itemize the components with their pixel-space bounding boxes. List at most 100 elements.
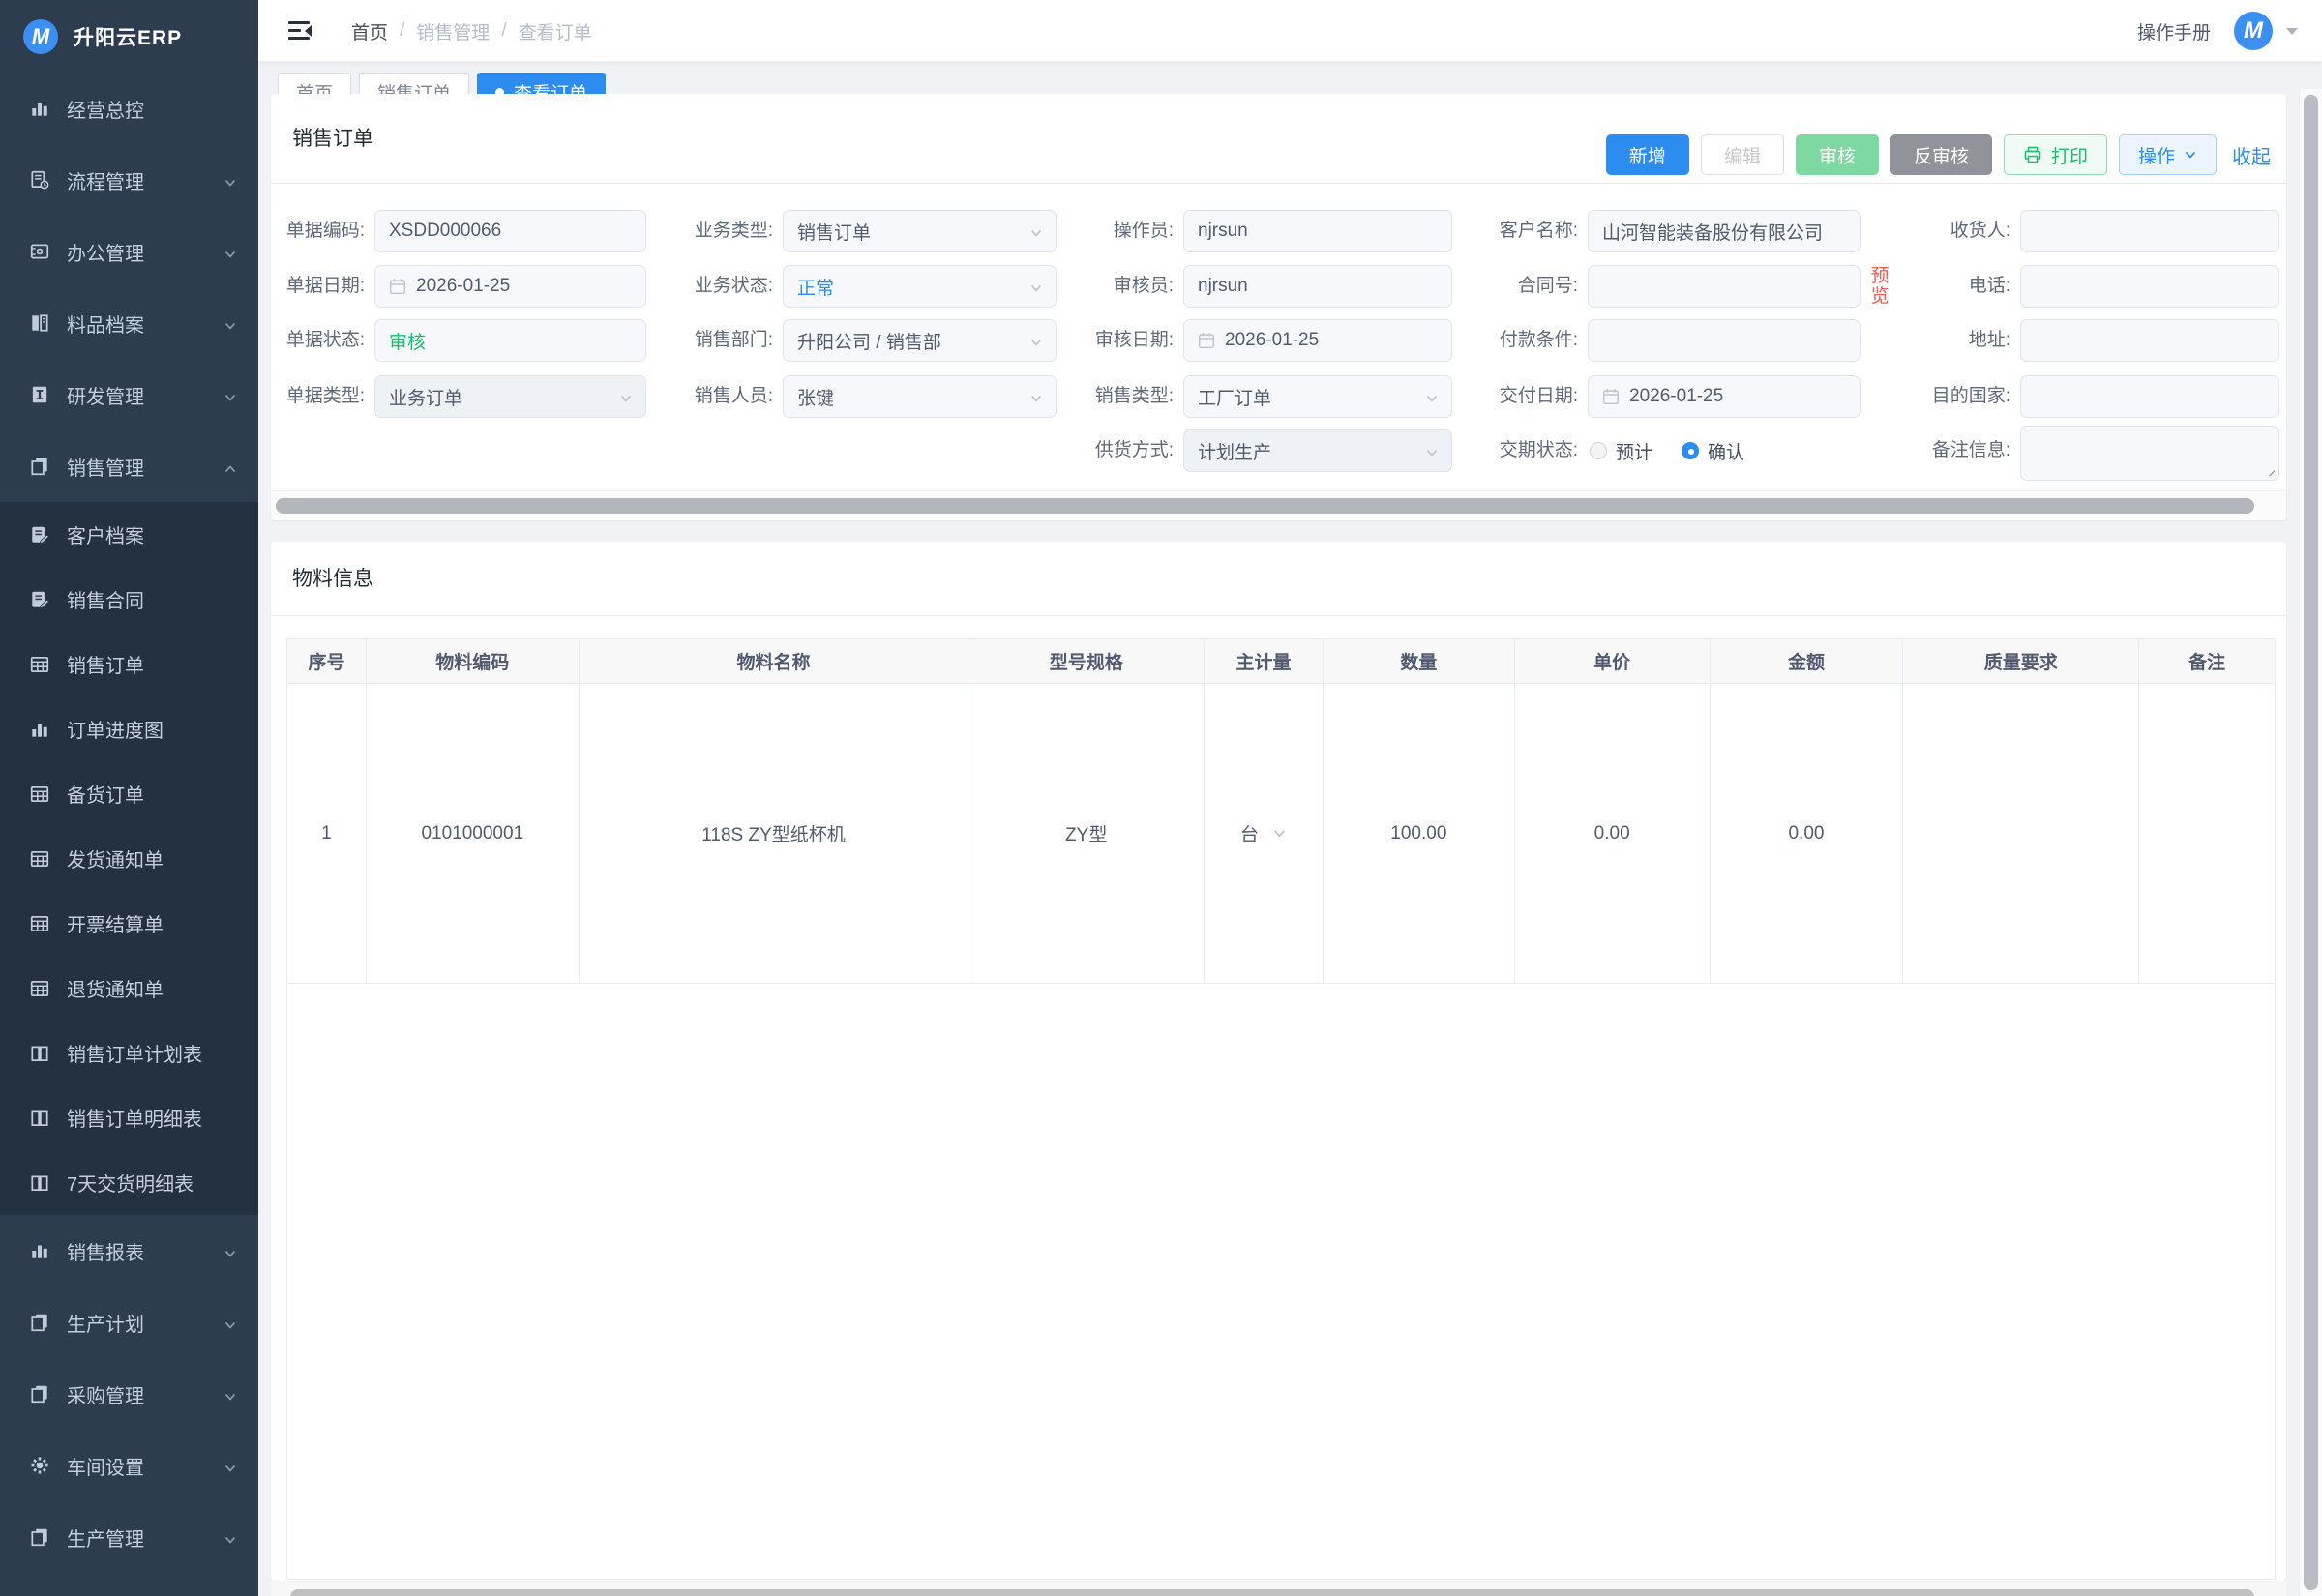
sidebar-item[interactable]: 发货通知单: [0, 826, 258, 891]
add-button[interactable]: 新增: [1606, 134, 1689, 175]
chevron-down-icon: [223, 1530, 237, 1552]
sidebar-item[interactable]: 7天交货明细表: [0, 1150, 258, 1215]
select-field[interactable]: 工厂订单: [1183, 375, 1452, 418]
field-value: 业务订单: [389, 384, 462, 410]
pages-icon: [29, 1312, 50, 1333]
table-row: 10101000001118S ZY型纸杯机ZY型台100.000.000.00: [287, 684, 2275, 984]
field-label: 业务状态:: [618, 265, 773, 308]
pages-icon: [29, 1383, 50, 1404]
chevron-down-icon: [223, 245, 237, 267]
sidebar-item[interactable]: 销售订单计划表: [0, 1020, 258, 1085]
field-label: 销售类型:: [1019, 375, 1174, 418]
form-hscrollbar-thumb[interactable]: [276, 498, 2254, 514]
sidebar-item[interactable]: 销售报表: [0, 1215, 258, 1286]
open-book-icon: [29, 1108, 50, 1129]
breadcrumb-item[interactable]: 首页: [351, 18, 388, 44]
sidebar-item[interactable]: 客户档案: [0, 502, 258, 567]
column-header: 金额: [1711, 639, 1904, 683]
sidebar-item[interactable]: 销售管理: [0, 430, 258, 502]
sidebar-item[interactable]: 车间设置: [0, 1430, 258, 1501]
select-field[interactable]: 正常: [783, 265, 1057, 308]
text-field[interactable]: njrsun: [1183, 210, 1452, 252]
sidebar-item[interactable]: 销售合同: [0, 567, 258, 632]
unit-select-cell[interactable]: 台: [1205, 684, 1324, 983]
column-header-label: 物料编码: [435, 648, 509, 674]
select-field[interactable]: 张键: [783, 375, 1057, 418]
select-field[interactable]: 销售订单: [783, 210, 1057, 252]
text-field[interactable]: [2020, 319, 2279, 362]
page-vscrollbar-thumb[interactable]: [2304, 95, 2318, 1590]
field-label: 地址:: [1856, 319, 2010, 362]
sidebar-item[interactable]: 办公管理: [0, 216, 258, 287]
select-field[interactable]: 升阳公司 / 销售部: [783, 319, 1057, 362]
doc-edit-icon: [29, 524, 50, 546]
collapse-link[interactable]: 收起: [2232, 141, 2271, 169]
toolbar-button[interactable]: 打印: [2004, 134, 2107, 175]
text-field[interactable]: njrsun: [1183, 265, 1452, 308]
text-field[interactable]: [1588, 319, 1861, 362]
avatar[interactable]: M: [2234, 12, 2273, 50]
sidebar-item-label: 销售管理: [67, 453, 144, 481]
sidebar-item[interactable]: 经营总控: [0, 73, 258, 144]
table-cell: 0.00: [1515, 684, 1711, 983]
column-header-label: 物料名称: [737, 648, 811, 674]
button-label: 审核: [1819, 142, 1856, 168]
sidebar-item[interactable]: 料品档案: [0, 287, 258, 359]
remark-textarea[interactable]: [2020, 426, 2279, 481]
sidebar-item[interactable]: 订单进度图: [0, 696, 258, 761]
materials-table: 序号物料编码物料名称型号规格主计量数量单价金额质量要求备注10101000001…: [286, 638, 2276, 1580]
radio-checked-icon: [1682, 442, 1699, 459]
sidebar-item[interactable]: 生产管理: [0, 1501, 258, 1573]
select-field-disabled[interactable]: 业务订单: [374, 375, 646, 418]
sidebar-item-label: 开票结算单: [67, 909, 164, 937]
radio-option[interactable]: 预计: [1590, 438, 1652, 464]
open-book-icon: [29, 1172, 50, 1194]
sidebar-item-label: 流程管理: [67, 166, 144, 194]
toolbar-button[interactable]: 审核: [1796, 134, 1879, 175]
date-field[interactable]: 2026-01-25: [374, 265, 646, 308]
materials-book-icon: [29, 312, 50, 334]
table-hscrollbar-thumb[interactable]: [290, 1589, 2254, 1596]
chevron-down-icon[interactable]: [2286, 28, 2298, 35]
manual-link[interactable]: 操作手册: [2137, 18, 2211, 44]
section-title: 物料信息: [292, 542, 373, 616]
resize-handle-icon[interactable]: [2262, 463, 2275, 476]
sidebar-item[interactable]: 加工车间: [0, 1573, 258, 1596]
cell-value: 0101000001: [421, 823, 523, 844]
sidebar-item[interactable]: 销售订单: [0, 632, 258, 696]
sidebar-item[interactable]: 备货订单: [0, 761, 258, 826]
date-field[interactable]: 2026-01-25: [1183, 319, 1452, 362]
table-cell: 100.00: [1324, 684, 1515, 983]
text-field[interactable]: [2020, 265, 2279, 308]
toolbar-button[interactable]: 操作: [2119, 134, 2217, 175]
panel-header: 物料信息: [271, 542, 2286, 616]
breadcrumb: 首页/销售管理/查看订单: [351, 0, 592, 62]
sidebar-collapse-icon[interactable]: [288, 21, 312, 41]
select-field-disabled[interactable]: 计划生产: [1183, 429, 1452, 472]
date-field[interactable]: 2026-01-25: [1588, 375, 1861, 418]
sidebar-item-label: 销售订单计划表: [67, 1039, 202, 1067]
sidebar-item[interactable]: 开票结算单: [0, 891, 258, 956]
sidebar-item[interactable]: 采购管理: [0, 1358, 258, 1430]
sidebar-item[interactable]: 研发管理: [0, 359, 258, 430]
sidebar-item[interactable]: 生产计划: [0, 1286, 258, 1358]
radio-option[interactable]: 确认: [1682, 438, 1744, 464]
text-field[interactable]: [2020, 375, 2279, 418]
text-field[interactable]: [2020, 210, 2279, 252]
toolbar-button[interactable]: 反审核: [1890, 134, 1992, 175]
table-icon: [29, 654, 50, 675]
column-header: 序号: [287, 639, 367, 683]
chevron-down-icon: [2184, 148, 2197, 162]
sidebar-item-label: 经营总控: [67, 95, 144, 123]
logo: M 升阳云ERP: [0, 0, 258, 73]
logo-title: 升阳云ERP: [74, 22, 182, 51]
sidebar-item[interactable]: 退货通知单: [0, 956, 258, 1020]
text-field[interactable]: XSDD000066: [374, 210, 646, 252]
text-field[interactable]: [1588, 265, 1861, 308]
delivery-status-radio-group: 预计 确认: [1590, 429, 1744, 472]
text-field[interactable]: 山河智能装备股份有限公司: [1588, 210, 1861, 252]
text-field[interactable]: 审核: [374, 319, 646, 362]
sidebar-item[interactable]: 销售订单明细表: [0, 1085, 258, 1150]
sidebar-item[interactable]: 流程管理: [0, 144, 258, 216]
gear-icon: [29, 1455, 50, 1476]
